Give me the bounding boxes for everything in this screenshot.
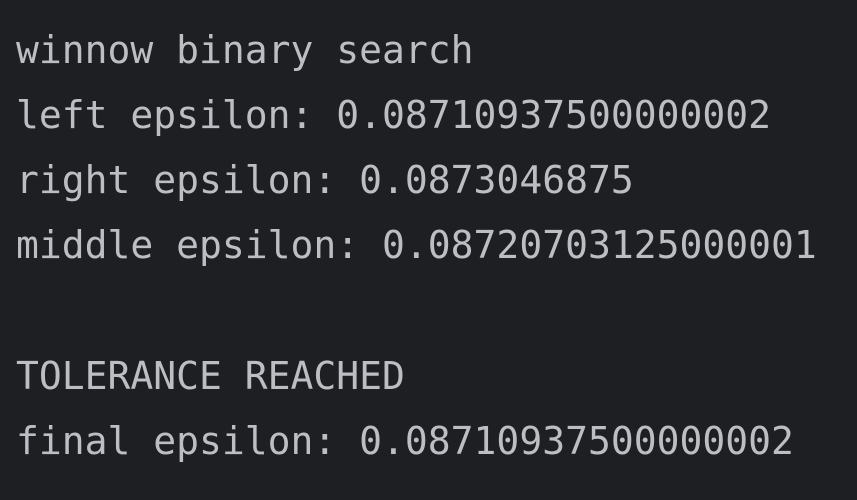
console-output: winnow binary search left epsilon: 0.087… <box>0 0 857 500</box>
output-line-right-epsilon: right epsilon: 0.0873046875 <box>16 158 634 202</box>
output-line-tolerance-reached: TOLERANCE REACHED <box>16 354 405 398</box>
output-line-title: winnow binary search <box>16 28 474 72</box>
output-line-final-epsilon: final epsilon: 0.08710937500000002 <box>16 419 794 463</box>
output-line-left-epsilon: left epsilon: 0.08710937500000002 <box>16 93 771 137</box>
output-line-middle-epsilon: middle epsilon: 0.08720703125000001 <box>16 223 817 267</box>
